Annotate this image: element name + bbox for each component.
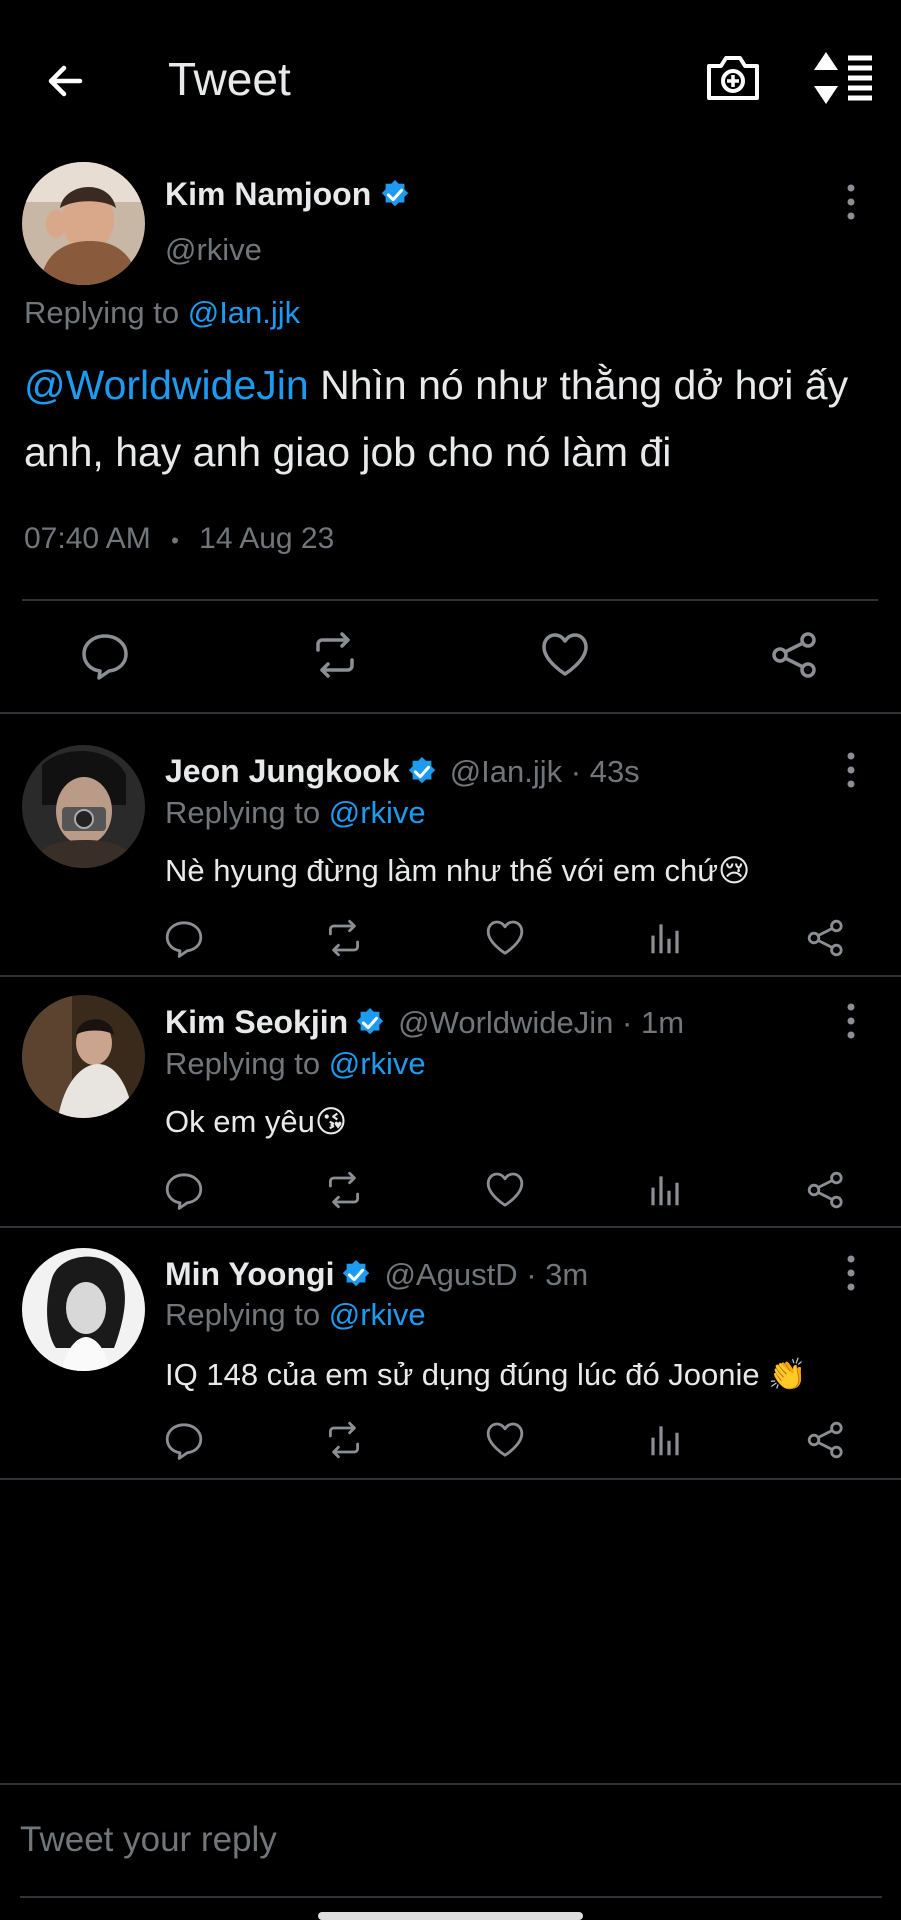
analytics-icon[interactable]: [645, 1170, 685, 1210]
retweet-icon[interactable]: [324, 1420, 364, 1460]
back-arrow-icon[interactable]: [40, 56, 90, 106]
retweet-icon[interactable]: [310, 630, 360, 680]
reply-author-row[interactable]: Jeon Jungkook @Ian.jjk · 43s: [165, 753, 640, 790]
replying-to-label: Replying to: [24, 295, 180, 330]
replying-to-label: Replying to: [165, 1297, 321, 1332]
sort-replies-icon[interactable]: [812, 50, 874, 106]
divider: [22, 599, 878, 601]
author-name[interactable]: Kim Namjoon: [165, 176, 371, 213]
divider: [0, 712, 901, 714]
camera-icon[interactable]: [703, 50, 763, 106]
replying-to-link[interactable]: @Ian.jjk: [188, 295, 300, 330]
analytics-icon[interactable]: [645, 1420, 685, 1460]
reply-icon[interactable]: [80, 630, 130, 680]
more-options-icon[interactable]: [843, 1001, 859, 1041]
replying-to-link[interactable]: @rkive: [329, 1046, 426, 1081]
reply-icon[interactable]: [164, 1420, 204, 1460]
share-icon[interactable]: [806, 918, 846, 958]
reply-author-name[interactable]: Min Yoongi: [165, 1256, 334, 1293]
replying-to: Replying to @Ian.jjk: [24, 295, 300, 331]
more-options-icon[interactable]: [843, 182, 859, 222]
reply-text: Ok em yêu😘: [165, 1104, 348, 1139]
avatar[interactable]: [22, 995, 145, 1118]
avatar[interactable]: [22, 1248, 145, 1371]
reply-icon[interactable]: [164, 1170, 204, 1210]
like-icon[interactable]: [485, 1420, 525, 1460]
reply-author-name[interactable]: Jeon Jungkook: [165, 753, 400, 790]
reply-input[interactable]: Tweet your reply: [20, 1820, 277, 1860]
verified-badge-icon: [406, 756, 438, 788]
verified-badge-icon: [354, 1007, 386, 1039]
avatar[interactable]: [22, 162, 145, 285]
replying-to-link[interactable]: @rkive: [329, 1297, 426, 1332]
analytics-icon[interactable]: [645, 918, 685, 958]
divider: [0, 975, 901, 977]
divider: [0, 1478, 901, 1480]
share-icon[interactable]: [770, 630, 820, 680]
share-icon[interactable]: [806, 1170, 846, 1210]
more-options-icon[interactable]: [843, 1253, 859, 1293]
reply-author-row[interactable]: Min Yoongi @AgustD · 3m: [165, 1256, 588, 1293]
replying-to: Replying to @rkive: [165, 795, 426, 831]
tweet-timestamp: 07:40 AM • 14 Aug 23: [24, 522, 334, 556]
verified-badge-icon: [379, 179, 411, 211]
reply-author-handle[interactable]: @Ian.jjk · 43s: [450, 754, 640, 790]
author-handle[interactable]: @rkive: [165, 232, 262, 268]
replying-to: Replying to @rkive: [165, 1046, 426, 1082]
author-name-row[interactable]: Kim Namjoon: [165, 176, 411, 213]
retweet-icon[interactable]: [324, 1170, 364, 1210]
reply-author-handle[interactable]: @AgustD · 3m: [384, 1257, 588, 1293]
reply-author-name[interactable]: Kim Seokjin: [165, 1004, 348, 1041]
replying-to-label: Replying to: [165, 1046, 321, 1081]
separator-dot: •: [171, 528, 179, 553]
more-options-icon[interactable]: [843, 750, 859, 790]
replying-to-label: Replying to: [165, 795, 321, 830]
retweet-icon[interactable]: [324, 918, 364, 958]
divider: [0, 1226, 901, 1228]
page-title: Tweet: [168, 53, 291, 105]
tweet-date: 14 Aug 23: [199, 522, 335, 555]
reply-text: Nè hyung đừng làm như thế với em chứ😢: [165, 853, 751, 888]
like-icon[interactable]: [540, 630, 590, 680]
mention-link[interactable]: @WorldwideJin: [24, 362, 309, 408]
tweet-time: 07:40 AM: [24, 522, 151, 555]
avatar[interactable]: [22, 745, 145, 868]
replying-to-link[interactable]: @rkive: [329, 795, 426, 830]
replying-to: Replying to @rkive: [165, 1297, 426, 1333]
reply-author-handle[interactable]: @WorldwideJin · 1m: [398, 1005, 684, 1041]
divider: [0, 1783, 901, 1785]
home-indicator: [318, 1912, 583, 1920]
verified-badge-icon: [340, 1259, 372, 1291]
reply-author-row[interactable]: Kim Seokjin @WorldwideJin · 1m: [165, 1004, 684, 1041]
tweet-text: @WorldwideJin Nhìn nó như thằng dở hơi ấ…: [24, 352, 884, 486]
reply-text: IQ 148 của em sử dụng đúng lúc đó Joonie…: [165, 1357, 807, 1392]
reply-icon[interactable]: [164, 918, 204, 958]
share-icon[interactable]: [806, 1420, 846, 1460]
like-icon[interactable]: [485, 1170, 525, 1210]
divider: [20, 1896, 882, 1898]
like-icon[interactable]: [485, 918, 525, 958]
